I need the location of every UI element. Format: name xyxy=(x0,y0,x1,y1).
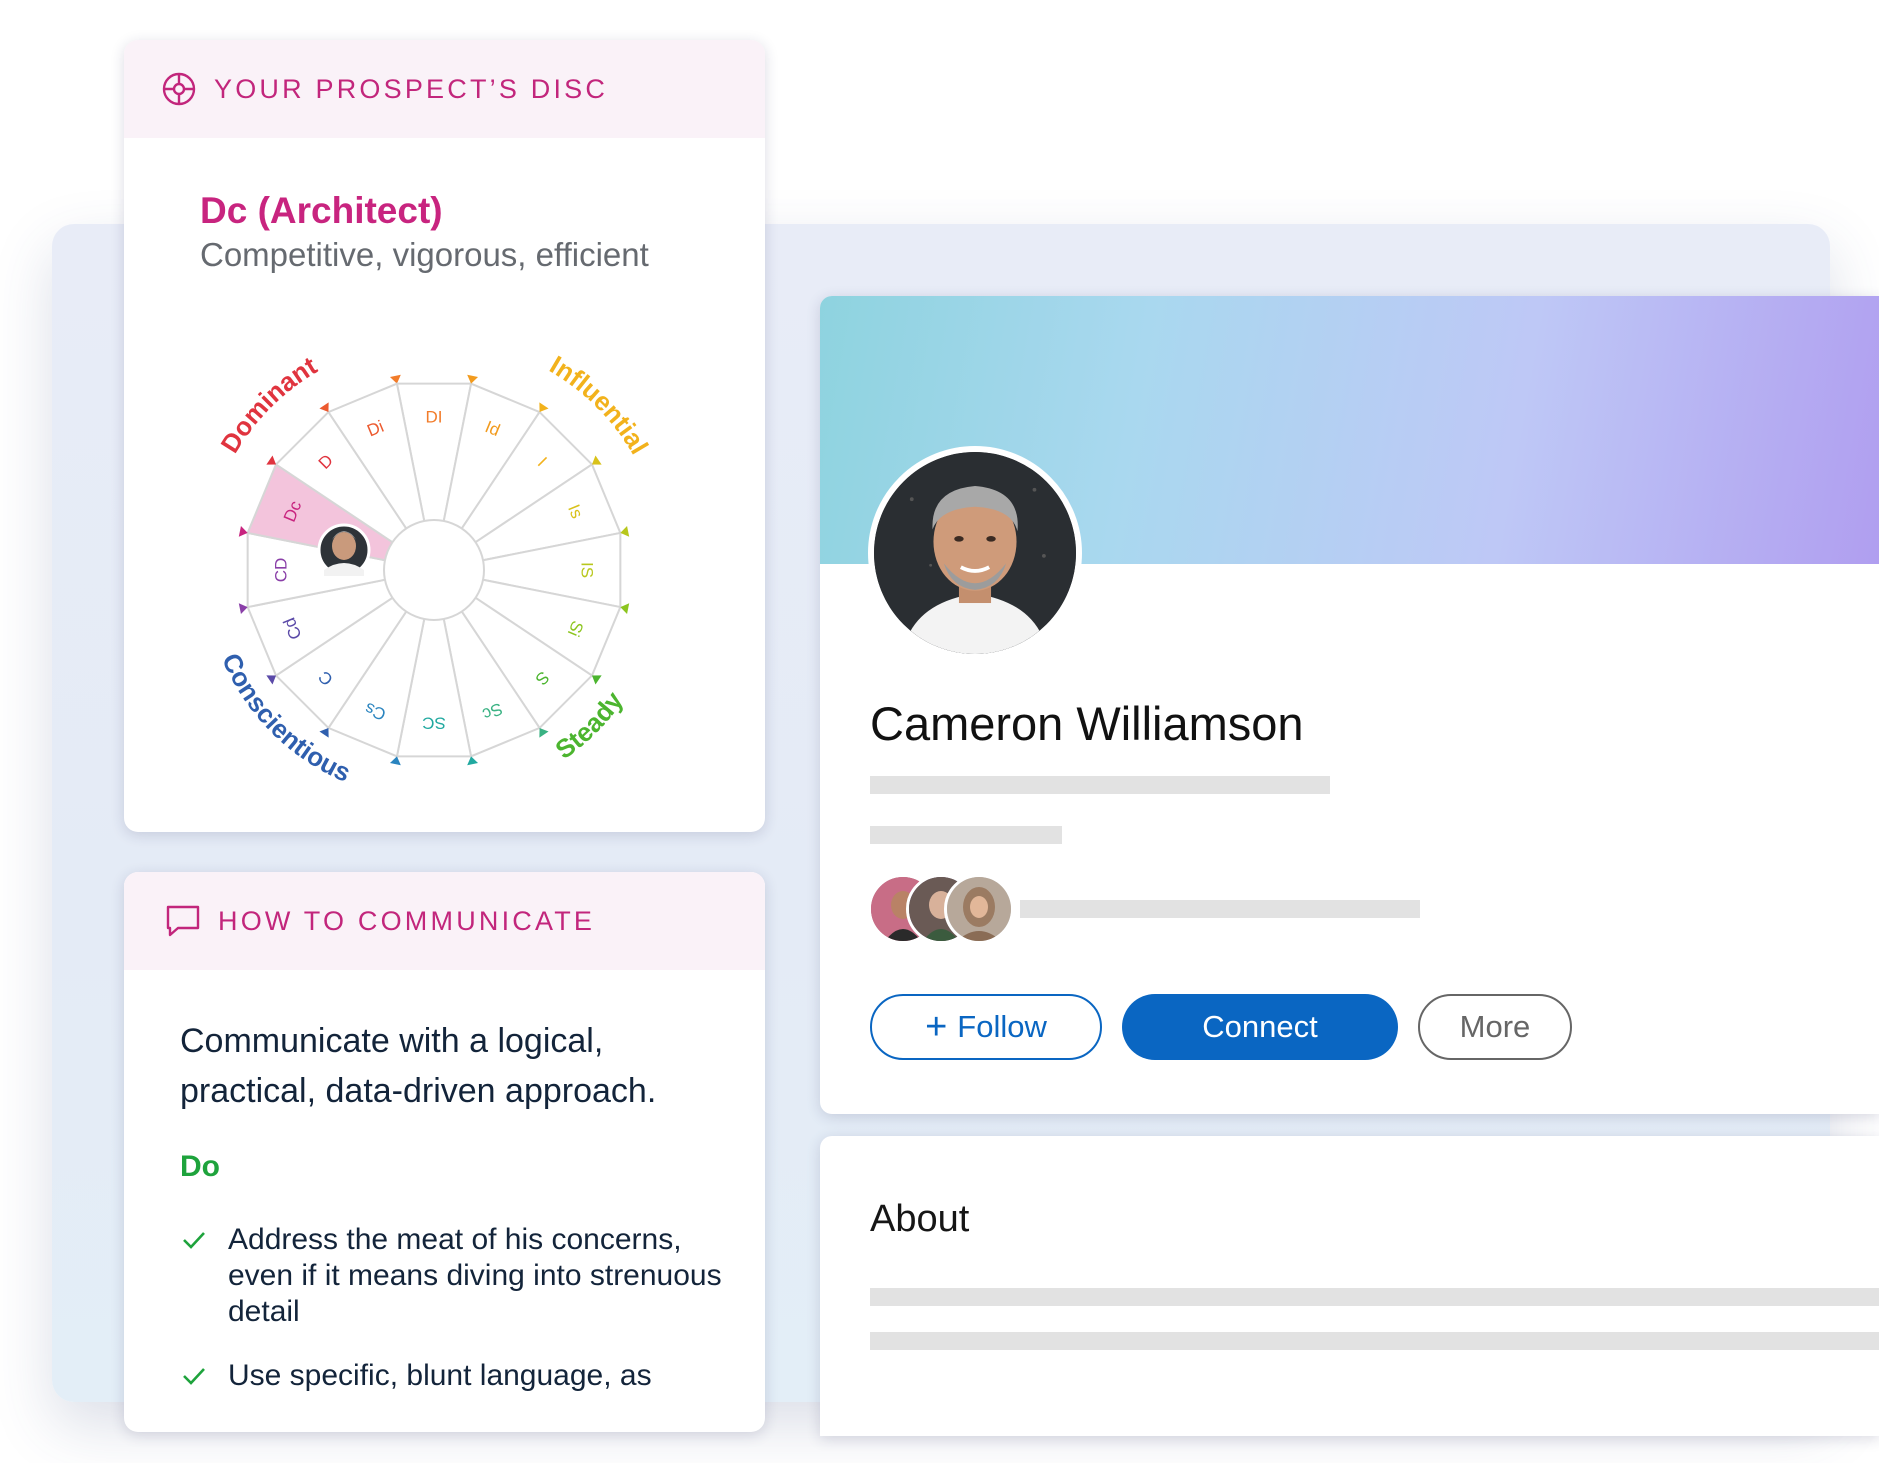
connect-button[interactable]: Connect xyxy=(1122,994,1398,1060)
wheel-vertex-marker xyxy=(539,402,549,413)
wheel-vertex-marker xyxy=(620,525,630,537)
do-label: Do xyxy=(180,1150,220,1183)
follow-button[interactable]: + Follow xyxy=(870,994,1102,1060)
wheel-vertex-marker xyxy=(319,402,329,413)
speech-bubble-icon xyxy=(166,905,200,937)
profile-avatar[interactable] xyxy=(868,446,1082,660)
location-placeholder xyxy=(870,826,1062,844)
profile-card: Cameron Williamson + Follow Connect More xyxy=(820,296,1879,1114)
disc-card-title: YOUR PROSPECT’S DISC xyxy=(214,73,609,104)
disc-type-description: Competitive, vigorous, efficient xyxy=(200,236,649,273)
disc-card: YOUR PROSPECT’S DISC Dc (Architect) Comp… xyxy=(124,40,765,832)
do-item-text: Address the meat of his concerns, even i… xyxy=(228,1223,722,1328)
connect-button-label: Connect xyxy=(1202,1009,1318,1044)
do-list: Address the meat of his concerns, even i… xyxy=(180,1222,740,1422)
wheel-vertex-marker xyxy=(266,675,277,685)
wheel-vertex-marker xyxy=(467,374,479,384)
wheel-segment-label: DI xyxy=(426,407,443,426)
wheel-segment-label: SC xyxy=(422,714,446,733)
wheel-vertex-marker xyxy=(591,675,602,685)
wheel-segment-label: IS xyxy=(578,562,597,578)
wheel-vertex-marker xyxy=(319,727,329,738)
about-card: About xyxy=(820,1136,1879,1436)
wheel-center xyxy=(383,519,485,621)
headline-placeholder xyxy=(870,776,1330,794)
wheel-vertex-marker xyxy=(389,756,401,766)
disc-type-title: Dc (Architect) xyxy=(200,190,443,231)
communicate-card-header: HOW TO COMMUNICATE xyxy=(124,872,765,970)
crosshair-target-icon xyxy=(162,72,196,106)
wheel-avatar xyxy=(317,523,371,577)
wheel-vertex-marker xyxy=(266,455,277,465)
wheel-vertex-marker xyxy=(238,525,248,537)
wheel-segment-label: CD xyxy=(271,558,290,583)
wheel-vertex-marker xyxy=(467,756,479,766)
profile-name: Cameron Williamson xyxy=(870,697,1304,750)
about-placeholder-line xyxy=(870,1332,1879,1350)
about-placeholder-line xyxy=(870,1288,1879,1306)
communicate-card: HOW TO COMMUNICATE Communicate with a lo… xyxy=(124,872,765,1432)
more-button[interactable]: More xyxy=(1418,994,1572,1060)
mutual-connections-avatars[interactable] xyxy=(868,874,1014,944)
disc-wheel: DIIdIIsISSiSScSCCsCCdCDDcDDi Dominant Inf… xyxy=(214,349,654,787)
mutual-avatar xyxy=(944,874,1014,944)
wheel-vertex-marker xyxy=(620,603,630,615)
disc-card-header: YOUR PROSPECT’S DISC xyxy=(124,40,765,138)
do-item-text: Use specific, blunt language, as xyxy=(228,1359,652,1392)
plus-icon: + xyxy=(925,1006,948,1048)
communicate-lead-text: Communicate with a logical, practical, d… xyxy=(180,1022,657,1110)
follow-button-label: Follow xyxy=(957,1009,1047,1044)
wheel-vertex-marker xyxy=(591,455,602,465)
more-button-label: More xyxy=(1459,1009,1531,1044)
wheel-vertex-marker xyxy=(539,727,549,738)
wheel-vertex-marker xyxy=(238,603,248,615)
do-item: Address the meat of his concerns, even i… xyxy=(180,1222,740,1330)
communicate-card-title: HOW TO COMMUNICATE xyxy=(218,905,596,936)
mutual-connections-placeholder xyxy=(1020,900,1420,918)
about-title: About xyxy=(870,1198,970,1240)
check-icon xyxy=(183,1368,205,1385)
check-icon xyxy=(183,1232,205,1249)
do-item: Use specific, blunt language, as xyxy=(180,1358,740,1394)
wheel-vertex-marker xyxy=(389,374,401,384)
